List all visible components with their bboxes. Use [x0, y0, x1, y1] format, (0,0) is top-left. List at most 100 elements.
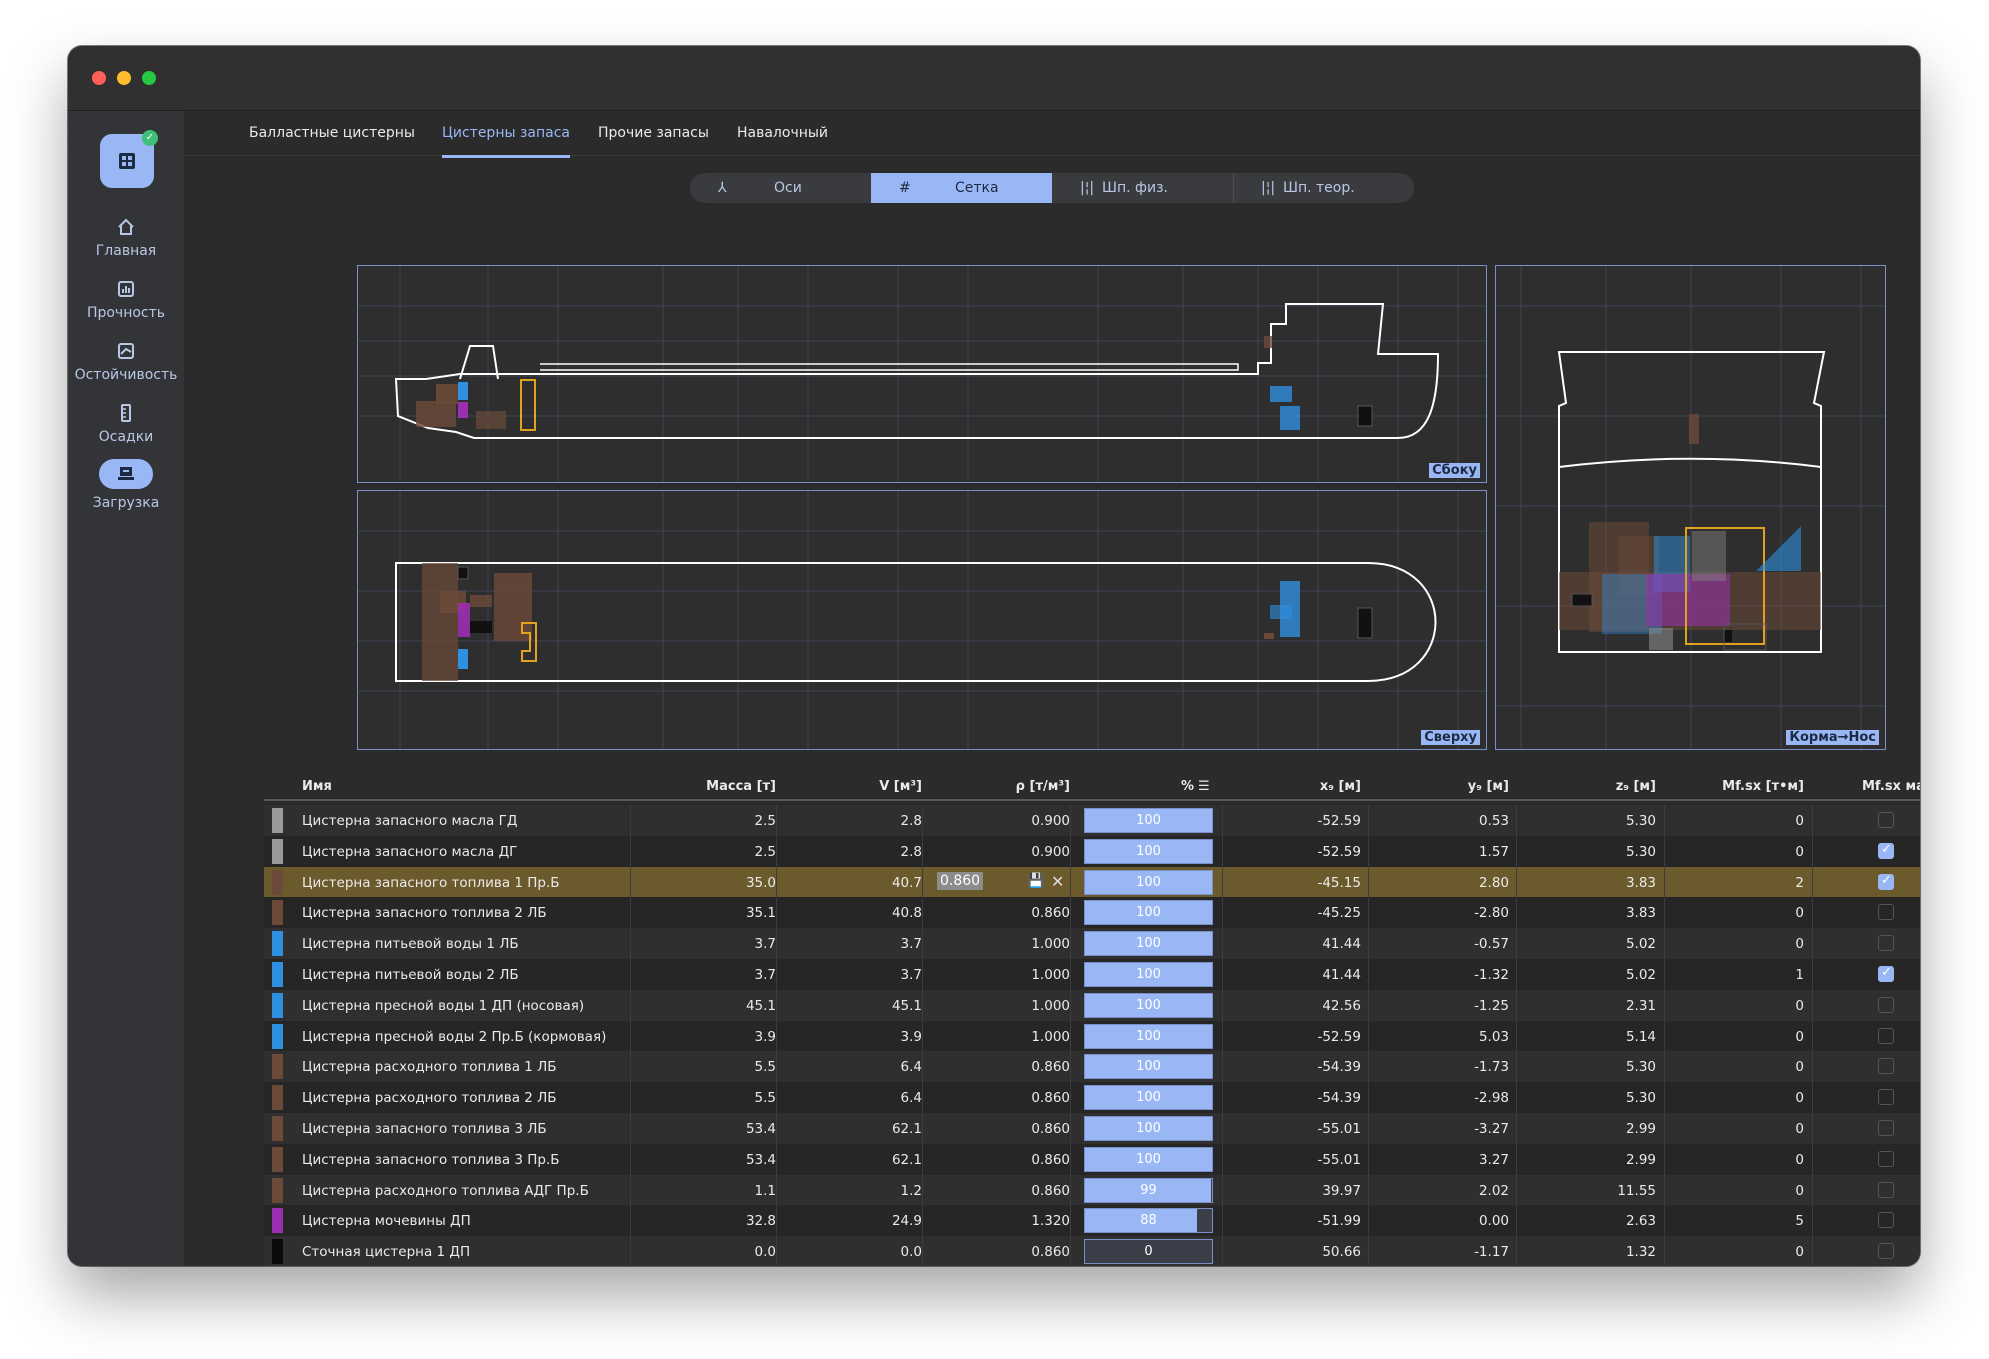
fill-percent-bar[interactable]: 100 — [1084, 962, 1213, 987]
table-row[interactable]: Цистерна запасного масла ДГ 2.5 2.8 -52.59 1… — [264, 835, 1920, 867]
maximize-window-button[interactable] — [142, 71, 156, 85]
table-row[interactable]: Цистерна запасного топлива 3 ЛБ 53.4 62.1-… — [264, 1113, 1920, 1144]
mfsx-max-checkbox[interactable] — [1878, 965, 1894, 982]
column-divider — [1812, 897, 1813, 929]
toggle-grid[interactable]: # Сетка — [871, 173, 1052, 203]
cell-rho[interactable]: 1.320 — [264, 1213, 1070, 1229]
fill-percent-bar[interactable]: 100 — [1084, 900, 1213, 926]
table-row[interactable]: Цистерна расходного топлива АДГ Пр.Б 1.1 1… — [264, 1174, 1920, 1206]
table-row[interactable]: Цистерна запасного топлива 1 Пр.Б 35.0 40.… — [264, 866, 1920, 898]
stern-to-bow-view[interactable]: Корма→Нос — [1495, 265, 1886, 750]
tab-bulk[interactable]: Навалочный — [737, 125, 828, 155]
toggle-frames-theoretical[interactable]: |¦| Шп. теор. — [1233, 173, 1414, 203]
side-view[interactable]: Сбоку — [357, 265, 1487, 483]
cell-rho[interactable]: 1.000 — [264, 936, 1070, 952]
cell-rho[interactable]: 0.860 — [264, 905, 1070, 921]
table-row[interactable]: Цистерна пресной воды 2 Пр.Б (кормовая) 3… — [264, 1020, 1920, 1052]
mfsx-max-checkbox[interactable] — [1878, 1212, 1894, 1229]
fill-percent-bar[interactable]: 100 — [1084, 838, 1213, 864]
axes-icon: ⅄ — [718, 180, 727, 196]
fill-percent-bar[interactable]: 100 — [1084, 1054, 1213, 1080]
mfsx-max-checkbox[interactable] — [1878, 812, 1894, 828]
fill-percent-bar[interactable]: 0 — [1084, 1239, 1213, 1265]
table-row[interactable]: Цистерна запасного топлива 3 Пр.Б 53.4 62.… — [264, 1143, 1920, 1175]
cell-rho[interactable]: 0.900 — [264, 813, 1070, 829]
app-logo[interactable]: ✓ — [100, 130, 158, 188]
fill-percent-bar[interactable]: 100 — [1084, 1146, 1213, 1172]
fill-percent-bar[interactable]: 100 — [1084, 869, 1213, 895]
mfsx-max-checkbox[interactable] — [1878, 996, 1894, 1013]
toggle-axes[interactable]: ⅄ Оси — [690, 173, 871, 203]
sidebar-item-label: Остойчивость — [74, 367, 178, 383]
rho-input[interactable]: 0.860 — [937, 871, 984, 890]
table-row[interactable]: Сточная цистерна 1 ДП 0.0 0.0 50.66 -1.17 1.3… — [264, 1236, 1920, 1266]
cell-rho[interactable]: 0.900 — [264, 844, 1070, 860]
sidebar-item-stability[interactable]: Остойчивость — [68, 341, 184, 383]
tab-other-stores[interactable]: Прочие запасы — [598, 125, 709, 155]
column-divider — [1812, 1113, 1813, 1144]
fill-percent-bar[interactable]: 100 — [1084, 992, 1213, 1018]
cell-rho[interactable]: 1.000 — [264, 967, 1070, 983]
table-row[interactable]: Цистерна мочевины ДП 32.8 24.9 -51.99 0.00 2.… — [264, 1205, 1920, 1237]
cell-rho[interactable]: 1.000 — [264, 998, 1070, 1014]
close-window-button[interactable] — [92, 71, 106, 85]
table-row[interactable]: Цистерна запасного масла ГД 2.5 2.8 -52.59 0… — [264, 805, 1920, 836]
toggle-label: Оси — [774, 180, 802, 196]
cell-rho[interactable]: 0.860 — [264, 1090, 1070, 1106]
sidebar: ✓ Главная Прочность Остойчивость Осадки … — [68, 111, 184, 1266]
fill-percent-bar[interactable]: 100 — [1084, 1023, 1213, 1049]
mfsx-max-checkbox[interactable] — [1878, 842, 1894, 859]
sidebar-item-draft[interactable]: Осадки — [68, 403, 184, 445]
col-mfsx-max[interactable]: Mf.sx макс. — [1862, 779, 1920, 794]
column-divider — [1812, 805, 1813, 836]
table-row[interactable]: Цистерна питьевой воды 2 ЛБ 3.7 3.7 41.44 -1… — [264, 959, 1920, 990]
mfsx-max-checkbox[interactable] — [1878, 935, 1894, 952]
fill-percent-label: 100 — [1136, 1151, 1161, 1167]
fill-percent-bar[interactable]: 100 — [1084, 808, 1213, 833]
col-mfsx[interactable]: Mf.sx [т•м] — [264, 779, 1804, 794]
fill-percent-bar[interactable]: 100 — [1084, 931, 1213, 957]
mfsx-max-checkbox[interactable] — [1878, 1089, 1894, 1106]
sidebar-item-strength[interactable]: Прочность — [68, 279, 184, 321]
rho-editor[interactable]: 0.860 💾 ✕ — [937, 870, 1077, 895]
column-divider — [1812, 1174, 1813, 1206]
mfsx-max-checkbox[interactable] — [1878, 904, 1894, 921]
cell-rho[interactable]: 0.860 — [264, 1183, 1070, 1199]
table-row[interactable]: Цистерна питьевой воды 1 ЛБ 3.7 3.7 41.44 -0… — [264, 928, 1920, 960]
column-divider — [1812, 866, 1813, 898]
mfsx-max-checkbox[interactable] — [1878, 1027, 1894, 1044]
table-row[interactable]: Цистерна пресной воды 1 ДП (носовая) 45.1… — [264, 989, 1920, 1021]
cell-rho[interactable]: 0.860 — [264, 1244, 1070, 1260]
sidebar-item-loading[interactable]: Загрузка — [68, 459, 184, 511]
fill-percent-bar[interactable]: 100 — [1084, 1116, 1213, 1141]
mfsx-max-checkbox[interactable] — [1878, 873, 1894, 890]
toggle-frames-physical[interactable]: |¦| Шп. физ. — [1052, 173, 1233, 203]
top-view[interactable]: Сверху — [357, 490, 1487, 750]
fill-percent-label: 100 — [1136, 967, 1161, 982]
fill-percent-bar[interactable]: 88 — [1084, 1208, 1213, 1234]
mfsx-max-checkbox[interactable] — [1878, 1150, 1894, 1167]
mfsx-max-checkbox[interactable] — [1878, 1058, 1894, 1075]
cell-rho[interactable]: 0.860 — [264, 1059, 1070, 1075]
sidebar-item-home[interactable]: Главная — [68, 217, 184, 259]
mfsx-max-checkbox[interactable] — [1878, 1243, 1894, 1260]
tab-stock-tanks[interactable]: Цистерны запаса — [442, 125, 571, 158]
fill-percent-label: 100 — [1136, 843, 1161, 859]
cell-rho[interactable]: 0.860 — [264, 1121, 1070, 1137]
table-row[interactable]: Цистерна запасного топлива 2 ЛБ 35.1 40.8-… — [264, 897, 1920, 929]
fill-percent-label: 100 — [1136, 936, 1161, 952]
mfsx-max-checkbox[interactable] — [1878, 1120, 1894, 1136]
ruler-icon — [121, 404, 131, 422]
fill-percent-bar[interactable]: 100 — [1084, 1085, 1213, 1111]
minimize-window-button[interactable] — [117, 71, 131, 85]
table-row[interactable]: Цистерна расходного топлива 1 ЛБ 5.5 6.4 -5… — [264, 1051, 1920, 1083]
table-row[interactable]: Цистерна расходного топлива 2 ЛБ 5.5 6.4 -5… — [264, 1082, 1920, 1114]
cell-rho[interactable]: 1.000 — [264, 1029, 1070, 1045]
grid-icon: # — [899, 180, 911, 196]
cancel-edit-icon[interactable]: ✕ — [1051, 872, 1064, 891]
mfsx-max-checkbox[interactable] — [1878, 1181, 1894, 1198]
save-icon[interactable]: 💾 — [1027, 873, 1044, 889]
tab-ballast[interactable]: Балластные цистерны — [249, 125, 415, 155]
cell-rho[interactable]: 0.860 — [264, 1152, 1070, 1168]
fill-percent-bar[interactable]: 99 — [1084, 1177, 1213, 1203]
